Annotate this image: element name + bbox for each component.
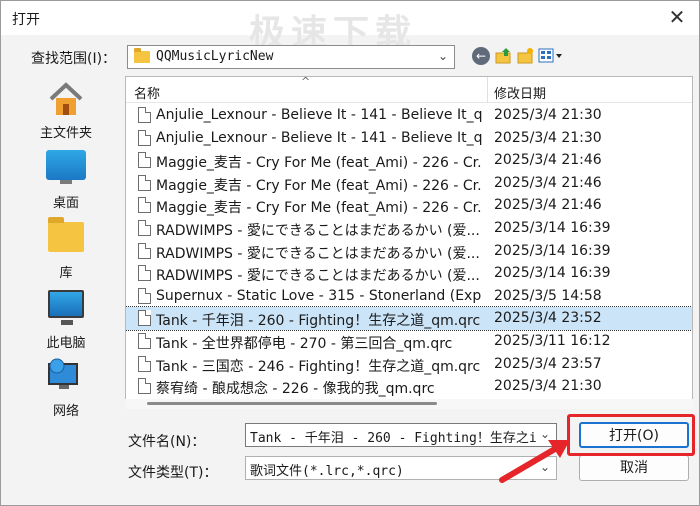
file-icon — [138, 152, 151, 169]
list-item[interactable]: Tank - 全世界都停电 - 270 - 第三回合_qm.qrc 2025/3/… — [126, 330, 692, 353]
file-name: Anjulie_Lexnour - Believe It - 141 - Bel… — [156, 129, 482, 146]
list-item[interactable]: Anjulie_Lexnour - Believe It - 141 - Bel… — [126, 104, 692, 127]
look-in-dropdown[interactable]: QQMusicLyricNew ⌄ — [127, 45, 455, 69]
file-icon — [138, 219, 151, 236]
file-date: 2025/3/5 14:58 — [494, 287, 602, 304]
file-icon — [138, 197, 151, 214]
view-menu-icon[interactable] — [538, 47, 564, 65]
file-date: 2025/3/11 16:12 — [494, 332, 611, 349]
file-name: 蔡宥绮 - 酿成想念 - 226 - 像我的我_qm.qrc — [156, 381, 435, 398]
file-icon — [138, 287, 151, 304]
file-date: 2025/3/4 21:30 — [494, 378, 602, 395]
file-list-header: 名称 ^ 修改日期 — [126, 76, 692, 103]
file-type-value: 歌词文件(*.lrc,*.qrc) — [250, 464, 404, 479]
file-icon — [138, 242, 151, 259]
sidebar-item-label: 主文件夹 — [39, 126, 92, 141]
places-sidebar: 主文件夹 桌面 库 此电脑 网络 — [11, 76, 121, 421]
column-header-date[interactable]: 修改日期 — [494, 83, 546, 102]
sidebar-item-label: 桌面 — [52, 196, 79, 211]
file-icon — [138, 310, 151, 327]
file-name: Tank - 千年泪 - 260 - Fighting！生存之道_qm.qrc — [156, 313, 481, 330]
list-item[interactable]: Maggie_麦吉 - Cry For Me (feat_Ami) - 226 … — [126, 194, 692, 217]
sidebar-item-desktop[interactable]: 桌面 — [11, 146, 121, 212]
computer-icon — [48, 290, 84, 325]
list-item[interactable]: Anjulie_Lexnour - Believe It - 141 - Bel… — [126, 127, 692, 150]
file-name: RADWIMPS - 愛にできることはまだあるかい (爱... — [156, 268, 480, 285]
file-icon — [138, 129, 151, 146]
list-item[interactable]: Tank - 三国恋 - 246 - Fighting！生存之道_qm.qrc 2… — [126, 353, 692, 376]
look-in-label: 查找范围(I)： — [31, 51, 117, 67]
desktop-icon — [46, 150, 86, 184]
new-folder-icon[interactable] — [517, 47, 535, 65]
file-date: 2025/3/4 21:46 — [494, 152, 602, 169]
file-date: 2025/3/4 21:46 — [494, 174, 602, 191]
file-name: Tank - 全世界都停电 - 270 - 第三回合_qm.qrc — [156, 335, 453, 352]
file-name: Maggie_麦吉 - Cry For Me (feat_Ami) - 226 … — [156, 177, 482, 194]
sort-ascending-icon: ^ — [301, 76, 311, 88]
file-date: 2025/3/4 21:30 — [494, 129, 602, 146]
file-date: 2025/3/14 16:39 — [494, 219, 611, 236]
file-name-value: Tank - 千年泪 - 260 - Fighting！生存之i — [250, 431, 536, 446]
chevron-down-icon[interactable]: ⌄ — [438, 49, 448, 63]
file-list[interactable]: 名称 ^ 修改日期 Anjulie_Lexnour - Believe It -… — [125, 76, 693, 409]
sidebar-item-label: 库 — [59, 266, 73, 281]
home-icon — [49, 82, 83, 115]
sidebar-item-label: 网络 — [52, 404, 79, 419]
file-type-label: 文件类型(T)： — [128, 465, 218, 481]
file-name-label: 文件名(N)： — [128, 434, 206, 450]
file-icon — [138, 355, 151, 372]
library-icon — [48, 217, 84, 252]
title-bar: 打开 极速下载 ✕ — [1, 1, 699, 54]
file-name: RADWIMPS - 愛にできることはまだあるかい (爱... — [156, 245, 480, 262]
annotation-arrow-icon — [499, 440, 570, 483]
sidebar-item-library[interactable]: 库 — [11, 216, 121, 282]
window-title: 打开 — [12, 12, 40, 28]
list-item[interactable]: Supernux - Static Love - 315 - Stonerlan… — [126, 285, 692, 308]
file-icon — [138, 265, 151, 282]
horizontal-scrollbar[interactable] — [125, 399, 693, 409]
sidebar-item-home[interactable]: 主文件夹 — [11, 76, 121, 142]
file-date: 2025/3/4 21:46 — [494, 197, 602, 214]
file-name: Maggie_麦吉 - Cry For Me (feat_Ami) - 226 … — [156, 155, 482, 172]
file-name: Supernux - Static Love - 315 - Stonerlan… — [156, 287, 482, 304]
file-icon — [138, 332, 151, 349]
network-icon — [48, 358, 78, 389]
column-header-name[interactable]: 名称 — [134, 83, 160, 102]
list-item[interactable]: 蔡宥绮 - 酿成想念 - 226 - 像我的我_qm.qrc 2025/3/4 2… — [126, 375, 692, 398]
file-date: 2025/3/4 23:52 — [494, 310, 602, 327]
file-icon — [138, 107, 151, 123]
file-name: Anjulie_Lexnour - Believe It - 141 - Bel… — [156, 107, 482, 123]
look-in-value: QQMusicLyricNew — [156, 49, 274, 64]
up-folder-icon[interactable] — [495, 47, 513, 65]
scrollbar-thumb[interactable] — [147, 402, 437, 405]
file-name: Maggie_麦吉 - Cry For Me (feat_Ami) - 226 … — [156, 200, 482, 217]
list-item[interactable]: RADWIMPS - 愛にできることはまだあるかい (爱... 2025/3/14… — [126, 217, 692, 240]
highlight-box — [567, 414, 695, 456]
column-divider[interactable] — [487, 77, 488, 103]
back-icon[interactable]: ← — [472, 47, 490, 65]
sidebar-item-network[interactable]: 网络 — [11, 354, 121, 420]
list-item-selected[interactable]: Tank - 千年泪 - 260 - Fighting！生存之道_qm.qrc 2… — [126, 306, 692, 331]
file-date: 2025/3/14 16:39 — [494, 242, 611, 259]
list-item[interactable]: RADWIMPS - 愛にできることはまだあるかい (爱... 2025/3/14… — [126, 262, 692, 285]
file-date: 2025/3/14 16:39 — [494, 265, 611, 282]
file-icon — [138, 378, 151, 395]
folder-icon — [134, 48, 150, 63]
sidebar-item-label: 此电脑 — [46, 336, 86, 351]
cancel-button[interactable]: 取消 — [579, 455, 689, 481]
file-rows: Anjulie_Lexnour - Believe It - 141 - Bel… — [126, 104, 692, 398]
list-item[interactable]: RADWIMPS - 愛にできることはまだあるかい (爱... 2025/3/14… — [126, 240, 692, 263]
open-file-dialog: 打开 极速下载 ✕ 查找范围(I)： QQMusicLyricNew ⌄ ← 主 — [0, 0, 700, 506]
file-date: 2025/3/4 21:30 — [494, 107, 602, 123]
sidebar-item-computer[interactable]: 此电脑 — [11, 286, 121, 352]
list-item[interactable]: Maggie_麦吉 - Cry For Me (feat_Ami) - 226 … — [126, 172, 692, 195]
file-name: Tank - 三国恋 - 246 - Fighting！生存之道_qm.qrc — [156, 358, 481, 375]
file-icon — [138, 174, 151, 191]
file-date: 2025/3/4 23:57 — [494, 355, 602, 372]
list-item[interactable]: Maggie_麦吉 - Cry For Me (feat_Ami) - 226 … — [126, 149, 692, 172]
file-name: RADWIMPS - 愛にできることはまだあるかい (爱... — [156, 222, 480, 239]
close-icon[interactable]: ✕ — [665, 5, 689, 29]
